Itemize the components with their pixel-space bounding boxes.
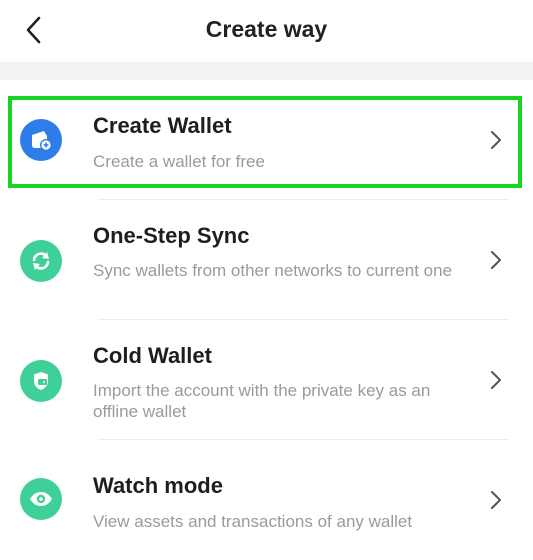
- item-title: Create Wallet: [93, 113, 232, 138]
- shield-icon: [20, 360, 62, 402]
- item-description: Sync wallets from other networks to curr…: [93, 261, 453, 280]
- page-title: Create way: [205, 16, 328, 42]
- item-description: Import the account with the private key …: [93, 381, 431, 421]
- item-description: View assets and transactions of any wall…: [93, 512, 413, 531]
- item-title: Cold Wallet: [93, 343, 212, 368]
- chevron-right-icon: [491, 371, 501, 389]
- list-item-create-wallet[interactable]: Create Wallet Create a wallet for free: [0, 80, 533, 200]
- wallet-add-icon: [20, 119, 62, 161]
- list-item-watch-mode[interactable]: Watch mode View assets and transactions …: [0, 440, 533, 560]
- item-title: Watch mode: [93, 473, 223, 498]
- list-item-one-step-sync[interactable]: One-Step Sync Sync wallets from other ne…: [0, 200, 533, 320]
- section-divider: [0, 62, 533, 80]
- eye-icon: [20, 478, 62, 520]
- item-title: One-Step Sync: [93, 223, 250, 248]
- header: Create way: [0, 0, 533, 62]
- list-item-cold-wallet[interactable]: Cold Wallet Import the account with the …: [0, 320, 533, 440]
- sync-icon: [20, 240, 62, 282]
- chevron-right-icon: [491, 131, 501, 149]
- item-description: Create a wallet for free: [93, 152, 265, 171]
- chevron-right-icon: [491, 251, 501, 269]
- chevron-right-icon: [491, 491, 501, 509]
